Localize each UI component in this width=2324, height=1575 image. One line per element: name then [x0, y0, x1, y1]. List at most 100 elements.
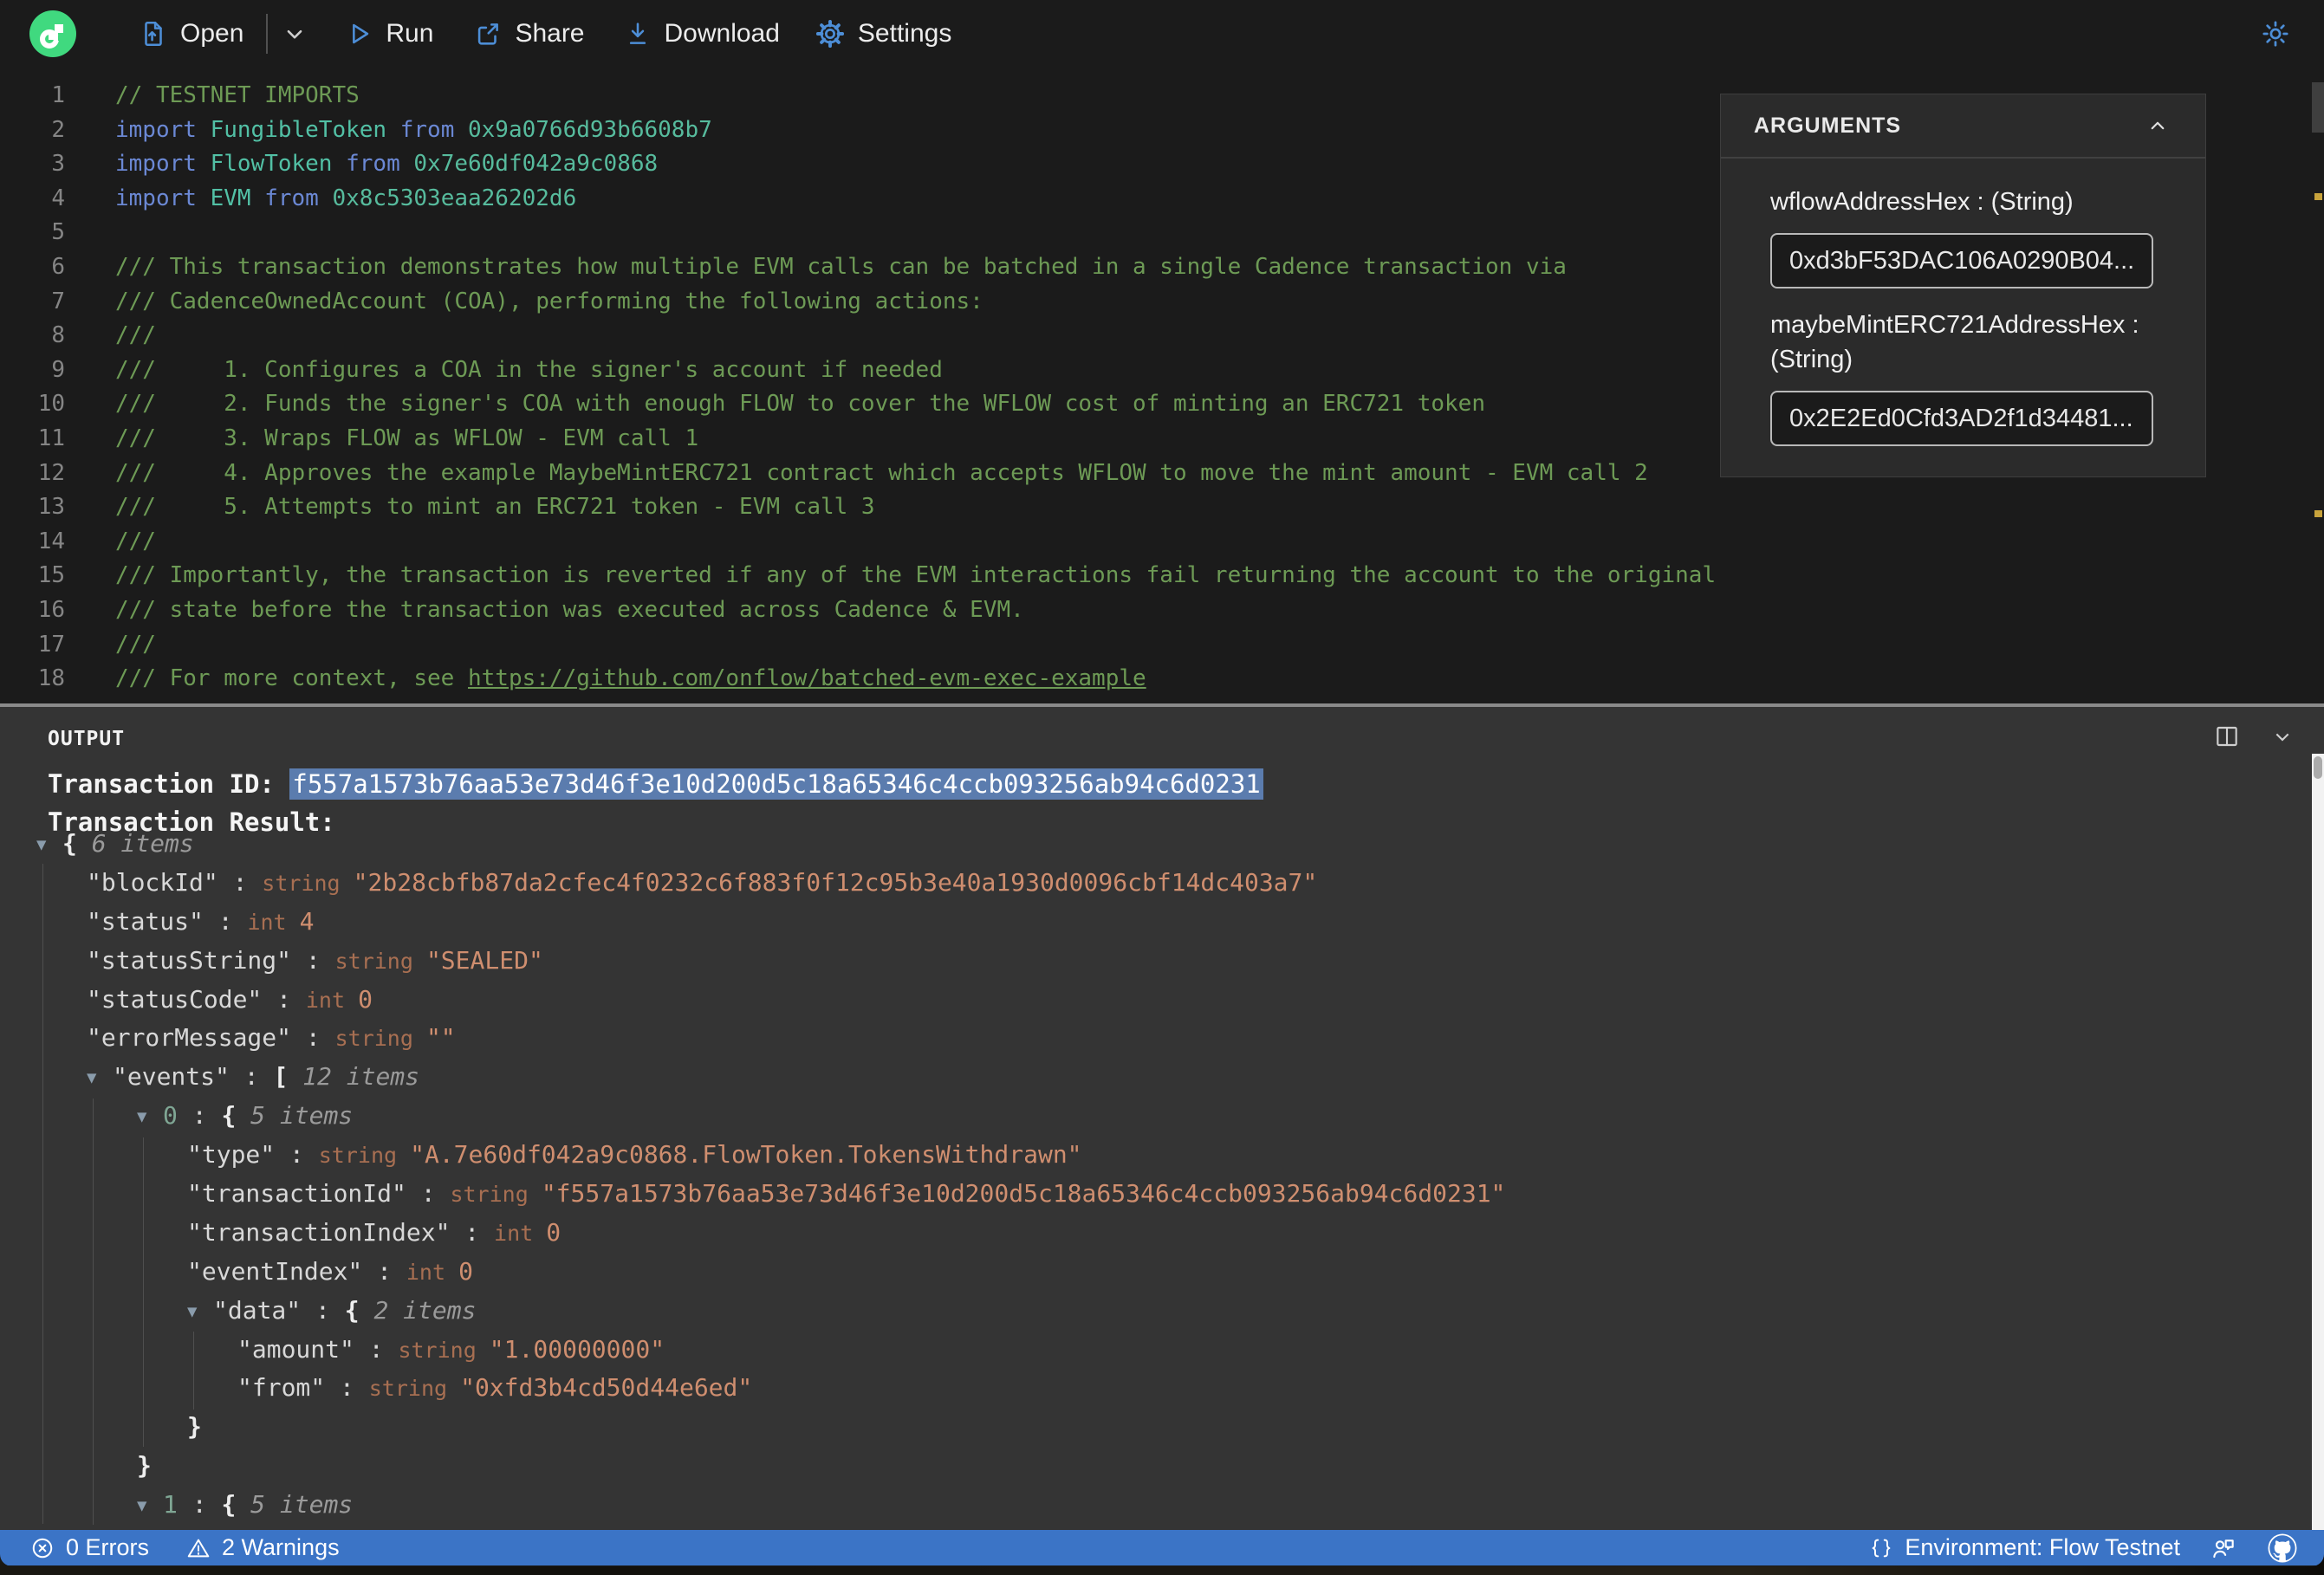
errors-status[interactable]: 0 Errors	[29, 1534, 149, 1561]
code-line[interactable]: 15/// Importantly, the transaction is re…	[0, 559, 2305, 593]
arguments-panel-header[interactable]: ARGUMENTS	[1721, 94, 2205, 159]
braces-icon	[1872, 1539, 1891, 1557]
transaction-id-line: Transaction ID: f557a1573b76aa53e73d46f3…	[48, 768, 1263, 800]
expander-icon[interactable]: ▼	[137, 1487, 146, 1526]
environment-status[interactable]: Environment: Flow Testnet	[1868, 1534, 2180, 1561]
output-scrollbar[interactable]	[2312, 754, 2324, 1530]
json-tree-row: "type" : string "A.7e60df042a9c0868.Flow…	[187, 1140, 1082, 1170]
download-icon	[629, 23, 646, 44]
transaction-id-selected[interactable]: f557a1573b76aa53e73d46f3e10d200d5c18a653…	[289, 768, 1263, 800]
code-line[interactable]: 16/// state before the transaction was e…	[0, 593, 2305, 628]
environment-label: Environment: Flow Testnet	[1905, 1534, 2180, 1560]
argument-label: wflowAddressHex : (String)	[1770, 188, 2074, 216]
warnings-label: 2 Warnings	[222, 1534, 340, 1560]
expander-icon[interactable]: ▼	[137, 1098, 146, 1137]
json-tree-row: "status" : int 4	[87, 906, 315, 936]
line-number: 2	[51, 116, 65, 143]
transaction-id-label: Transaction ID:	[48, 769, 290, 799]
expander-icon[interactable]: ▼	[187, 1293, 197, 1332]
json-tree-row: "statusCode" : int 0	[87, 984, 373, 1014]
gear-icon	[815, 19, 844, 49]
editor-scrollbar[interactable]	[2312, 68, 2324, 703]
line-number: 13	[37, 494, 65, 521]
expander-icon[interactable]: ▼	[87, 1059, 96, 1098]
arguments-title: ARGUMENTS	[1754, 113, 1902, 138]
download-label: Download	[664, 19, 780, 48]
open-label: Open	[180, 19, 244, 48]
json-tree-row: ▼ 0 : { 5 items	[0, 1097, 2288, 1136]
json-tree-row: }	[187, 1412, 202, 1442]
output-title: OUTPUT	[48, 728, 126, 750]
code-line[interactable]: 17///	[0, 628, 2305, 663]
toolbar-divider	[266, 14, 269, 54]
json-tree-row: "blockId" : string "2b28cbfb87da2cfec4f0…	[87, 867, 1318, 897]
errors-label: 0 Errors	[66, 1534, 150, 1560]
status-bar: 0 Errors 2 Warnings Environment: Flow Te…	[0, 1530, 2324, 1565]
line-number: 4	[51, 185, 65, 211]
line-number: 14	[37, 528, 65, 554]
settings-label: Settings	[857, 19, 952, 48]
wflow-address-input[interactable]	[1770, 233, 2153, 288]
json-result-tree: ▼{ 6 items "blockId" : string "2b28cbfb87…	[0, 825, 2288, 1530]
json-tree-row: ▼ "data" : { 2 items	[0, 1292, 2288, 1331]
json-tree-row: ▼{ 6 items	[0, 825, 2288, 864]
run-label: Run	[386, 19, 434, 48]
line-number: 16	[37, 596, 65, 623]
output-scrollbar-thumb[interactable]	[2314, 756, 2322, 779]
line-number: 5	[51, 219, 65, 246]
share-icon	[478, 23, 499, 45]
flow-logo	[29, 10, 76, 57]
line-number: 11	[37, 425, 65, 451]
collapse-icon[interactable]	[2145, 113, 2171, 139]
line-number: 1	[51, 82, 65, 108]
toolbar: Open Run Share Download Settings	[0, 0, 2324, 68]
warnings-status[interactable]: 2 Warnings	[185, 1534, 340, 1561]
code-line[interactable]: 13/// 5. Attempts to mint an ERC721 toke…	[0, 490, 2305, 525]
run-icon	[353, 23, 369, 44]
line-number: 12	[37, 459, 65, 486]
expander-icon[interactable]: ▼	[36, 826, 46, 865]
open-button[interactable]: Open	[139, 19, 243, 49]
code-line[interactable]: 14///	[0, 525, 2305, 560]
share-label: Share	[515, 19, 585, 48]
warning-icon	[187, 1539, 210, 1557]
open-file-icon	[145, 21, 162, 47]
json-tree-row: }	[137, 1451, 152, 1481]
github-icon[interactable]	[2267, 1533, 2298, 1564]
line-number: 8	[51, 322, 65, 349]
line-number: 18	[37, 665, 65, 692]
output-panel: OUTPUT Transaction ID: f557a1573b76aa53e…	[0, 707, 2324, 1530]
maybe-mint-address-input[interactable]	[1770, 391, 2153, 446]
error-icon	[32, 1538, 53, 1558]
sun-icon	[2262, 21, 2288, 47]
theme-toggle-button[interactable]	[2260, 18, 2291, 49]
argument-label: maybeMintERC721AddressHex : (String)	[1770, 311, 2139, 373]
editor-scrollbar-thumb[interactable]	[2312, 82, 2324, 133]
json-tree-row: ▼ 1 : { 5 items	[0, 1486, 2288, 1525]
code-line[interactable]: 18/// For more context, see https://gith…	[0, 662, 2305, 697]
line-number: 7	[51, 288, 65, 314]
download-button[interactable]: Download	[623, 19, 780, 49]
open-dropdown-button[interactable]	[280, 19, 309, 49]
line-number: 9	[51, 356, 65, 383]
line-number: 17	[37, 631, 65, 658]
run-button[interactable]: Run	[344, 19, 433, 49]
line-number: 15	[37, 562, 65, 589]
settings-button[interactable]: Settings	[815, 18, 951, 49]
warning-marker	[2314, 510, 2322, 517]
line-number: 6	[51, 253, 65, 280]
json-tree-row: "type" : string "A.7e60df042a9c0868.Flow…	[0, 1525, 2288, 1530]
json-tree-row: "eventIndex" : int 0	[187, 1256, 473, 1286]
line-number: 10	[37, 391, 65, 418]
feedback-icon[interactable]	[2210, 1534, 2237, 1562]
split-editor-icon[interactable]	[2213, 723, 2241, 750]
chevron-down-icon	[288, 29, 302, 39]
editor-pane: 1// TESTNET IMPORTS 2 import FungibleToken…	[0, 68, 2324, 703]
share-button[interactable]: Share	[473, 19, 585, 49]
json-tree-row: ▼ "events" : [ 12 items	[0, 1058, 2288, 1097]
json-tree-row: "from" : string "0xfd3b4cd50d44e6ed"	[237, 1373, 753, 1403]
json-tree-row: "transactionId" : string "f557a1573b76aa…	[187, 1179, 1506, 1209]
chevron-down-icon[interactable]	[2269, 723, 2296, 750]
app-window: Open Run Share Download Settings 1 // TE…	[0, 0, 2324, 1566]
json-tree-row: "amount" : string "1.00000000"	[237, 1334, 665, 1364]
